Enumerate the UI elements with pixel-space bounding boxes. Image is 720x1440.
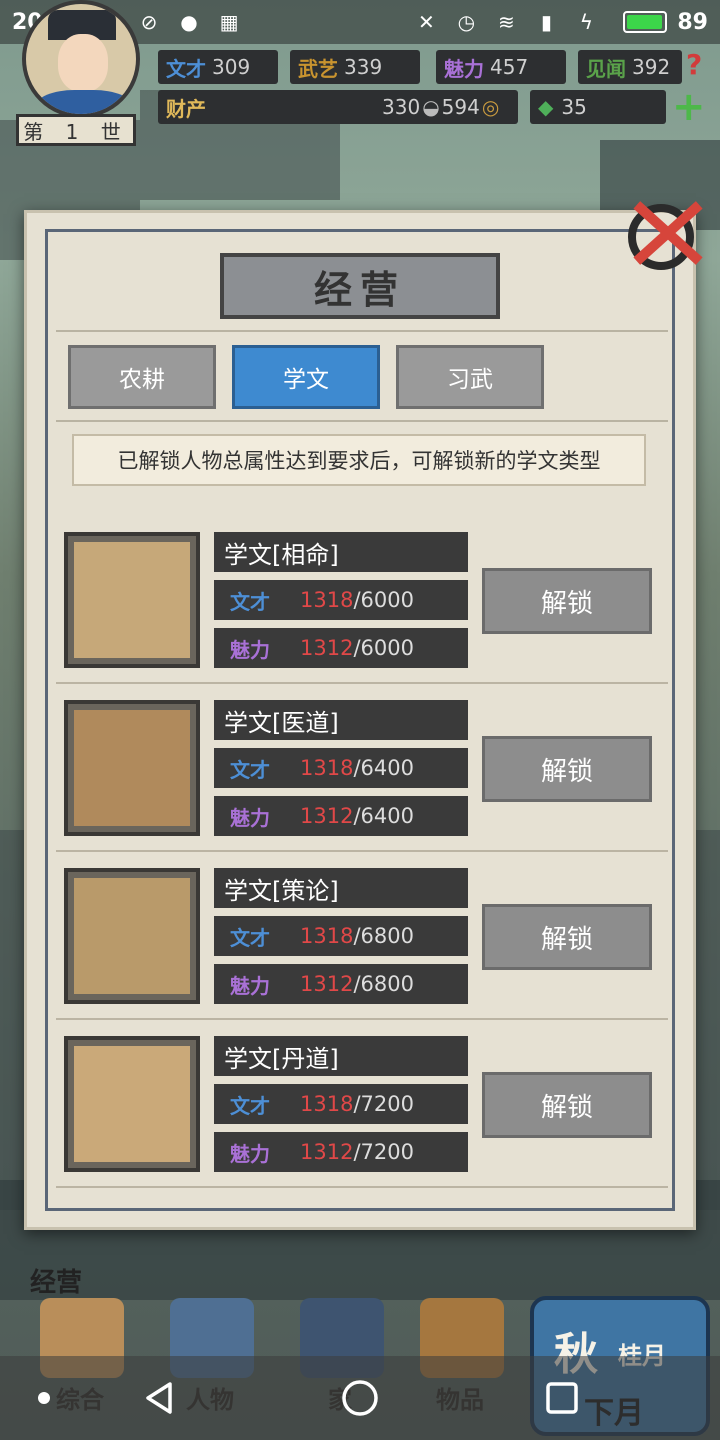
stat-jianwen: 见闻 392 (578, 50, 682, 84)
tab-farming[interactable]: 农耕 (68, 345, 216, 409)
landscape-scroll-icon (64, 1036, 200, 1172)
unlock-button[interactable]: 解锁 (482, 736, 652, 802)
fortune-scroll-icon (64, 532, 200, 668)
jade-bar: ◆ 35 (530, 90, 666, 124)
unlock-notice: 已解锁人物总属性达到要求后，可解锁新的学文类型 (72, 434, 646, 486)
generation-tag: 第 1 世 (16, 114, 136, 146)
copper-amount: 594 (441, 95, 480, 119)
home-circle-icon[interactable] (338, 1376, 382, 1420)
recents-icon[interactable] (540, 1376, 584, 1420)
requirement-meili: 魅力 1312/6400 (214, 796, 468, 836)
copper-coin-icon: ◎ (481, 95, 500, 119)
unlock-button[interactable]: 解锁 (482, 568, 652, 634)
item-name: 学文[丹道] (214, 1036, 468, 1076)
requirement-wencai: 文才 1318/7200 (214, 1084, 468, 1124)
avatar[interactable] (22, 0, 140, 118)
medicine-icon (64, 700, 200, 836)
requirement-meili: 魅力 1312/6800 (214, 964, 468, 1004)
item-name: 学文[医道] (214, 700, 468, 740)
news-icon: ▦ (219, 10, 239, 34)
help-icon[interactable]: ? (686, 48, 716, 82)
brush-paper-icon (64, 868, 200, 1004)
list-item: 学文[丹道] 文才 1318/7200 魅力 1312/7200 解锁 (56, 1020, 668, 1188)
requirement-wencai: 文才 1318/6000 (214, 580, 468, 620)
unlock-button[interactable]: 解锁 (482, 1072, 652, 1138)
unlock-button[interactable]: 解锁 (482, 904, 652, 970)
mute-icon: ✕ (417, 10, 435, 34)
nav-dot-icon (30, 1376, 58, 1420)
charging-icon: ϟ (579, 10, 593, 34)
list-item: 学文[策论] 文才 1318/6800 魅力 1312/6800 解锁 (56, 852, 668, 1020)
silver-amount: 330 (382, 95, 421, 119)
requirement-wencai: 文才 1318/6800 (214, 916, 468, 956)
jade-icon: ◆ (538, 95, 554, 119)
add-jade-button[interactable]: + (672, 87, 712, 127)
wifi-icon: ≋ (497, 10, 515, 34)
tab-martial[interactable]: 习武 (396, 345, 544, 409)
back-icon[interactable] (138, 1376, 182, 1420)
silver-icon: ◒ (422, 95, 440, 119)
close-button[interactable] (622, 192, 714, 272)
study-list[interactable]: 学文[相命] 文才 1318/6000 魅力 1312/6000 解锁 学文[医… (56, 500, 668, 1190)
requirement-meili: 魅力 1312/7200 (214, 1132, 468, 1172)
wealth-bar: 财产 330 ◒ 594 ◎ (158, 90, 518, 124)
stat-wencai: 文才 309 (158, 50, 278, 84)
battery-icon (623, 11, 668, 33)
tab-study[interactable]: 学文 (232, 345, 380, 409)
stat-wuyi: 武艺 339 (290, 50, 420, 84)
alarm-icon: ◷ (457, 10, 476, 34)
block-icon: ⊘ (140, 10, 158, 34)
battery-level: 89 (677, 9, 708, 35)
list-item: 学文[相命] 文才 1318/6000 魅力 1312/6000 解锁 (56, 516, 668, 684)
requirement-meili: 魅力 1312/6000 (214, 628, 468, 668)
requirement-wencai: 文才 1318/6400 (214, 748, 468, 788)
signal-icon: ▮ (540, 10, 552, 34)
stat-meili: 魅力 457 (436, 50, 566, 84)
item-name: 学文[相命] (214, 532, 468, 572)
item-name: 学文[策论] (214, 868, 468, 908)
list-item: 学文[医道] 文才 1318/6400 魅力 1312/6400 解锁 (56, 684, 668, 852)
dialog-title: 经营 (220, 253, 500, 319)
chat-icon: ● (180, 10, 198, 34)
